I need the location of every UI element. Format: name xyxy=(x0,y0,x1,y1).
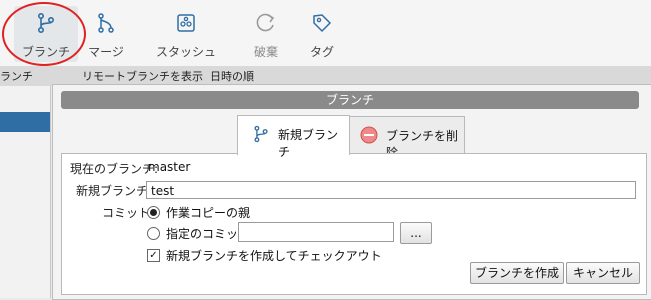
stash-icon xyxy=(177,14,195,32)
checkout-checkbox[interactable]: ✓ xyxy=(147,249,160,262)
toolbar: ブランチ マージ スタッシュ 破棄 タグ xyxy=(0,0,651,67)
cancel-button[interactable]: キャンセル xyxy=(566,262,640,284)
sort-dropdown[interactable]: 日時の順 xyxy=(210,68,254,84)
annotation-circle xyxy=(2,2,86,66)
branch-filter-label[interactable]: ランチ xyxy=(0,68,33,84)
toolbar-stash-button[interactable]: スタッシュ xyxy=(156,6,216,62)
tag-icon xyxy=(313,14,332,33)
specified-commit-input[interactable] xyxy=(238,222,394,242)
delete-icon xyxy=(360,126,378,144)
toolbar-discard-label: 破棄 xyxy=(253,45,278,59)
tab-new-branch[interactable]: 新規ブランチ xyxy=(237,115,350,159)
tab-new-branch-label: 新規ブランチ xyxy=(278,128,339,159)
current-branch-value: master xyxy=(148,160,191,174)
toolbar-merge-label: マージ xyxy=(88,45,124,59)
discard-icon xyxy=(256,13,275,32)
toolbar-tag-button[interactable]: タグ xyxy=(296,6,348,62)
branch-icon xyxy=(254,125,268,143)
branch-dialog: ブランチ 新規ブランチ ブランチを削除 現在のブランチ: master 新規ブラ… xyxy=(52,84,651,300)
create-branch-button[interactable]: ブランチを作成 xyxy=(470,262,564,284)
dialog-title: ブランチ xyxy=(61,91,639,109)
merge-icon xyxy=(98,13,114,33)
selected-row[interactable] xyxy=(0,112,50,132)
checkout-checkbox-label[interactable]: 新規ブランチを作成してチェックアウト xyxy=(166,247,382,264)
radio-specified-commit[interactable] xyxy=(147,227,160,240)
browse-commit-button[interactable]: ... xyxy=(400,222,432,244)
radio-working-copy[interactable] xyxy=(147,206,160,219)
new-branch-panel: 現在のブランチ: master 新規ブランチ: test コミット: 作業コピー… xyxy=(61,153,647,295)
toolbar-discard-button[interactable]: 破棄 xyxy=(240,6,292,62)
radio-working-copy-label[interactable]: 作業コピーの親 xyxy=(166,204,250,221)
toolbar-merge-button[interactable]: マージ xyxy=(80,6,132,62)
current-branch-label: 現在のブランチ: xyxy=(70,162,159,176)
new-branch-input[interactable]: test xyxy=(146,181,636,199)
tab-delete-branch[interactable]: ブランチを削除 xyxy=(349,116,465,160)
toolbar-tag-label: タグ xyxy=(309,45,334,59)
log-list xyxy=(0,86,51,298)
filter-strip: ランチ リモートブランチを表示 日時の順 xyxy=(0,66,651,86)
new-branch-label: 新規ブランチ: xyxy=(76,184,153,198)
remote-branch-checkbox-label[interactable]: リモートブランチを表示 xyxy=(82,68,203,84)
toolbar-stash-label: スタッシュ xyxy=(156,45,217,59)
